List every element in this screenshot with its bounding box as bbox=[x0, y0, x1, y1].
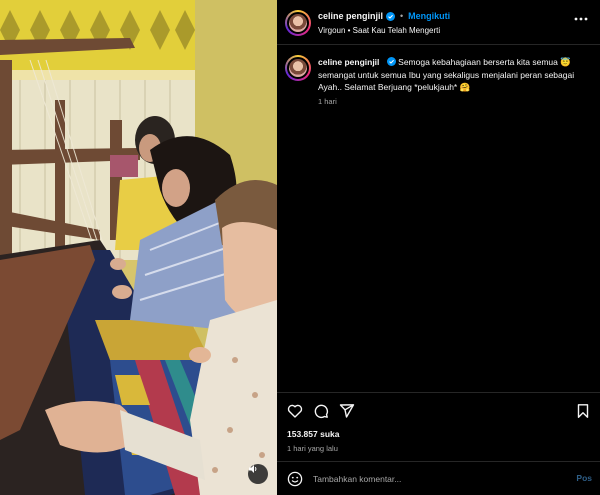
following-button[interactable]: Mengikuti bbox=[408, 11, 450, 21]
paper-plane-icon[interactable] bbox=[339, 403, 355, 419]
avatar[interactable] bbox=[285, 10, 311, 36]
heart-icon[interactable] bbox=[287, 403, 303, 419]
verified-badge-icon bbox=[386, 11, 396, 21]
comment-bar: Pos bbox=[277, 461, 600, 495]
caption-avatar[interactable] bbox=[285, 55, 311, 81]
header-user-row: celine penginjil • Mengikuti bbox=[318, 11, 450, 21]
actions-bar bbox=[277, 392, 600, 419]
verified-badge-icon bbox=[386, 57, 396, 66]
speaker-icon bbox=[249, 465, 257, 473]
caption-username[interactable]: celine penginjil bbox=[318, 57, 379, 67]
caption-timestamp[interactable]: 1 hari bbox=[318, 97, 337, 106]
post-detail-panel: celine penginjil • Mengikuti Virgoun • S… bbox=[277, 0, 600, 495]
username-link[interactable]: celine penginjil bbox=[318, 11, 383, 21]
post-comment-button[interactable]: Pos bbox=[576, 473, 592, 483]
post-header: celine penginjil • Mengikuti Virgoun • S… bbox=[277, 0, 600, 45]
audio-toggle-button[interactable] bbox=[248, 464, 268, 484]
bookmark-icon[interactable] bbox=[575, 403, 591, 419]
audio-track-link[interactable]: Virgoun • Saat Kau Telah Mengerti bbox=[318, 26, 440, 35]
post-media[interactable] bbox=[0, 0, 277, 495]
more-dots-icon[interactable] bbox=[574, 14, 588, 24]
smiley-icon[interactable] bbox=[287, 471, 303, 487]
caption: celine penginjil Semoga kebahagiaan bers… bbox=[318, 56, 588, 94]
like-count[interactable]: 153.857 suka bbox=[287, 429, 339, 439]
post-timestamp[interactable]: 1 hari yang lalu bbox=[287, 444, 338, 453]
comment-icon[interactable] bbox=[313, 403, 329, 419]
comment-input[interactable] bbox=[313, 471, 553, 487]
separator-dot: • bbox=[400, 11, 404, 21]
post-photo bbox=[0, 0, 277, 495]
